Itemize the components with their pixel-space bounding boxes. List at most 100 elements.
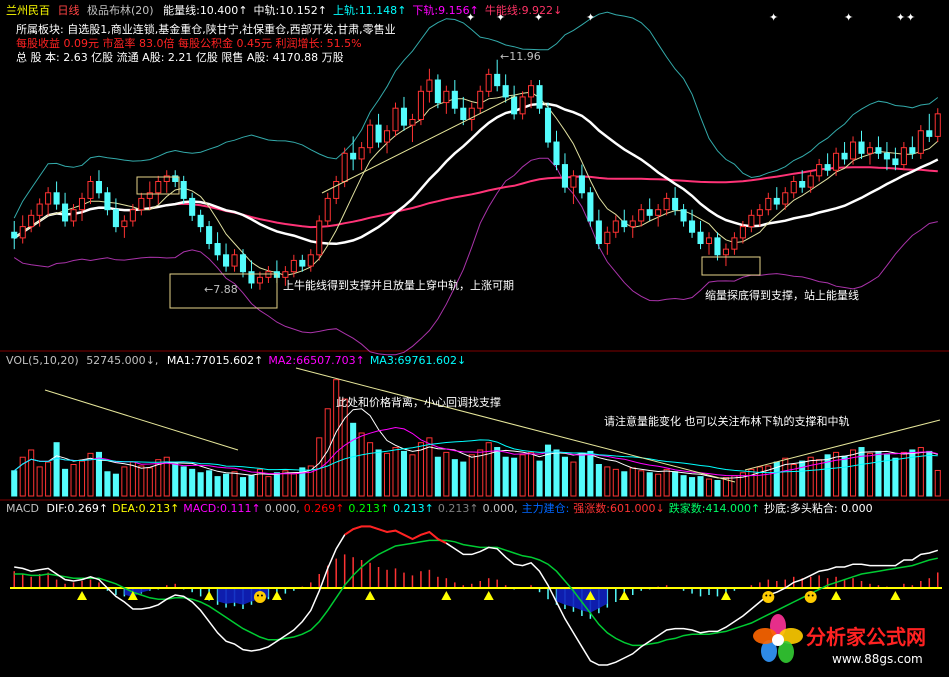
volume-bar[interactable] [273, 472, 280, 497]
volume-bar[interactable] [265, 476, 272, 497]
volume-bar[interactable] [197, 472, 204, 497]
volume-bar[interactable] [409, 454, 416, 497]
volume-bar[interactable] [858, 447, 865, 497]
volume-bar[interactable] [180, 466, 187, 497]
volume-bar[interactable] [341, 398, 348, 497]
volume-bar[interactable] [78, 460, 86, 497]
volume-bar[interactable] [502, 456, 509, 497]
volume-bar[interactable] [138, 465, 145, 497]
candle[interactable] [316, 215, 323, 261]
signal-star-icon: ✦ [896, 11, 905, 24]
volume-bar[interactable] [392, 447, 399, 497]
volume-bar[interactable] [62, 468, 69, 497]
volume-bar[interactable] [824, 454, 831, 497]
volume-bar[interactable] [477, 449, 484, 497]
volume-bar[interactable] [697, 476, 704, 497]
volume-bar[interactable] [807, 456, 814, 497]
volume-bar[interactable] [239, 477, 247, 497]
volume-bar[interactable] [104, 471, 111, 497]
volume-bar[interactable] [689, 477, 696, 497]
volume-bar[interactable] [892, 457, 899, 497]
volume-bar[interactable] [875, 450, 882, 497]
volume-bar[interactable] [11, 470, 18, 497]
volume-bar[interactable] [36, 466, 43, 497]
volume-bar[interactable] [112, 473, 119, 497]
candle[interactable] [417, 85, 424, 126]
volume-bar[interactable] [714, 479, 721, 497]
volume-bar[interactable] [528, 451, 535, 497]
volume-bar[interactable] [494, 447, 501, 497]
volume-bar[interactable] [587, 450, 594, 497]
volume-bar[interactable] [367, 442, 374, 497]
volume-bar[interactable] [189, 468, 196, 497]
volume-bar[interactable] [121, 466, 128, 497]
volume-bar[interactable] [400, 450, 408, 497]
volume-bar[interactable] [833, 451, 840, 497]
volume-bar[interactable] [468, 454, 475, 497]
signal-star-icon: ✦ [906, 11, 915, 24]
volume-bar[interactable] [705, 478, 713, 497]
volume-bar[interactable] [358, 432, 365, 497]
volume-bar[interactable] [638, 470, 645, 497]
header-item: MA1:77015.602↑ [167, 354, 263, 367]
volume-bar[interactable] [553, 449, 560, 497]
volume-bar[interactable] [223, 473, 230, 497]
volume-bar[interactable] [655, 473, 662, 497]
volume-bar[interactable] [45, 461, 52, 497]
volume-bar[interactable] [53, 442, 60, 497]
volume-bar[interactable] [206, 470, 213, 497]
volume-bar[interactable] [731, 475, 738, 497]
candle[interactable] [587, 187, 594, 227]
volume-bar[interactable] [799, 460, 806, 497]
volume-bar[interactable] [282, 470, 289, 497]
volume-bar[interactable] [646, 472, 653, 497]
volume-bar[interactable] [434, 456, 441, 497]
volume-bar[interactable] [536, 460, 543, 497]
volume-bar[interactable] [511, 457, 518, 497]
volume-bar[interactable] [129, 461, 136, 497]
volume-bar[interactable] [570, 461, 577, 497]
volume-bar[interactable] [290, 473, 297, 497]
volume-bar[interactable] [383, 452, 391, 497]
volume-bar[interactable] [578, 452, 585, 497]
signal-star-icon: ✦ [586, 11, 595, 24]
volume-bar[interactable] [231, 471, 238, 497]
volume-bar[interactable] [451, 459, 458, 497]
volume-bar[interactable] [146, 467, 153, 497]
header-item: 0.000, [483, 502, 518, 515]
note-divergence: 此处和价格背离，小心回调找支撑 [336, 395, 501, 409]
volume-bar[interactable] [866, 452, 874, 497]
volume-bar[interactable] [70, 464, 77, 497]
volume-bar[interactable] [612, 468, 619, 497]
info-sector: 所属板块: 自选股1,商业连锁,基金重仓,陕甘宁,社保重仓,西部开发,甘肃,零售… [16, 22, 396, 36]
header-item-arrow: ↑ [380, 502, 389, 515]
volume-bar[interactable] [816, 459, 823, 497]
volume-bar[interactable] [248, 475, 255, 497]
volume-bar[interactable] [519, 454, 526, 497]
volume-bar[interactable] [934, 469, 941, 497]
volume-bar[interactable] [350, 422, 357, 497]
volume-bar[interactable] [375, 449, 382, 497]
volume-bar[interactable] [561, 456, 569, 497]
volume-bar[interactable] [926, 450, 933, 497]
volume-bar[interactable] [485, 442, 492, 497]
volume-bar[interactable] [841, 455, 848, 497]
volume-bar[interactable] [324, 408, 331, 497]
candle[interactable] [544, 102, 552, 148]
header-item: 0.213↑ [348, 502, 389, 515]
volume-bar[interactable] [663, 468, 670, 497]
volume-bar[interactable] [460, 461, 467, 497]
volume-bar[interactable] [443, 451, 450, 497]
volume-bar[interactable] [595, 464, 602, 497]
volume-bar[interactable] [214, 476, 221, 497]
volume-bar[interactable] [621, 471, 628, 497]
volume-bar[interactable] [748, 468, 755, 497]
volume-bar[interactable] [172, 463, 179, 497]
volume-bar[interactable] [756, 466, 763, 497]
volume-bar[interactable] [604, 466, 611, 497]
volume-bar[interactable] [917, 447, 924, 497]
volume-bar[interactable] [28, 449, 35, 497]
volume-bar[interactable] [672, 471, 679, 497]
volume-bar[interactable] [680, 475, 687, 497]
volume-bar[interactable] [629, 467, 636, 497]
